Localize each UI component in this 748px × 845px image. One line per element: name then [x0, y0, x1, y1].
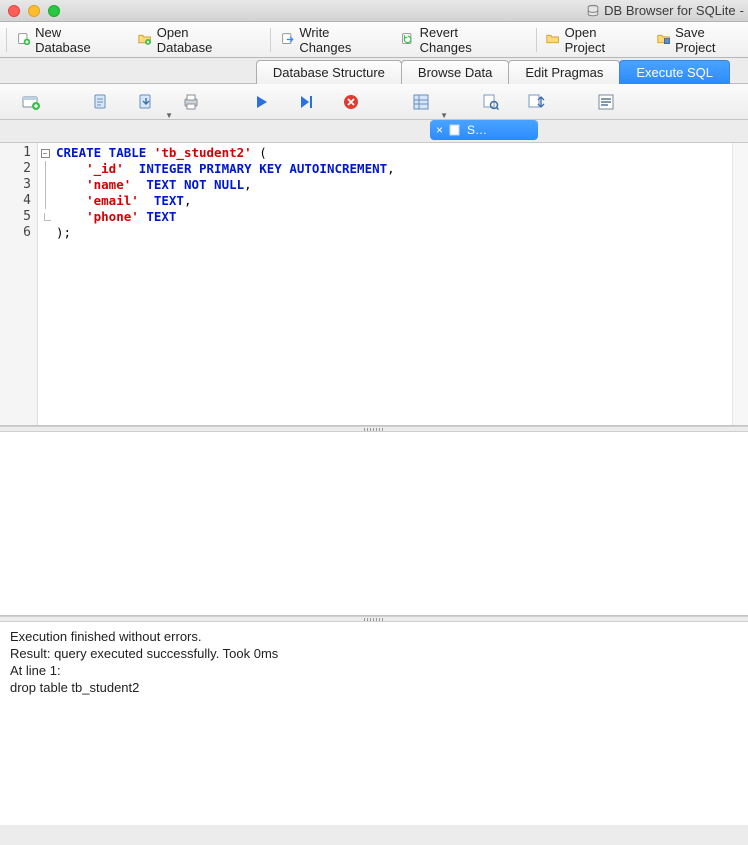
- stop-button[interactable]: [334, 89, 368, 115]
- new-database-button[interactable]: New Database: [9, 22, 114, 58]
- new-sql-tab-button[interactable]: [14, 89, 48, 115]
- sql-toolbar: ▼ ▼: [0, 84, 748, 120]
- save-project-icon: [657, 32, 670, 48]
- tab-database-structure[interactable]: Database Structure: [256, 60, 402, 84]
- window-title: DB Browser for SQLite -: [586, 3, 744, 18]
- execution-log[interactable]: Execution finished without errors. Resul…: [0, 622, 748, 825]
- save-sql-file-button[interactable]: ▼: [129, 89, 163, 115]
- log-line: drop table tb_student2: [10, 679, 738, 696]
- revert-changes-icon: [401, 32, 414, 48]
- open-database-label: Open Database: [157, 25, 232, 55]
- dropdown-arrow-icon[interactable]: ▼: [165, 111, 173, 120]
- tab-edit-pragmas[interactable]: Edit Pragmas: [508, 60, 620, 84]
- save-results-icon: [412, 93, 430, 111]
- window-zoom-button[interactable]: [48, 5, 60, 17]
- print-button[interactable]: [174, 89, 208, 115]
- sql-code-area[interactable]: CREATE TABLE 'tb_student2' ( '_id' INTEG…: [52, 143, 748, 425]
- play-line-icon: [297, 93, 315, 111]
- play-icon: [252, 93, 270, 111]
- open-database-icon: [138, 32, 151, 48]
- titlebar[interactable]: DB Browser for SQLite -: [0, 0, 748, 22]
- open-sql-file-button[interactable]: [84, 89, 118, 115]
- log-line: At line 1:: [10, 662, 738, 679]
- write-changes-icon: [281, 32, 294, 48]
- save-project-label: Save Project: [675, 25, 736, 55]
- dropdown-arrow-icon[interactable]: ▼: [440, 111, 448, 120]
- new-tab-icon: [22, 93, 40, 111]
- database-icon: [586, 4, 600, 18]
- editor-scrollbar[interactable]: [732, 143, 748, 425]
- open-project-button[interactable]: Open Project: [538, 22, 635, 58]
- main-tabs-row: Database Structure Browse Data Edit Prag…: [0, 58, 748, 84]
- find-icon: [482, 93, 500, 111]
- new-database-label: New Database: [35, 25, 106, 55]
- sql-tab-active[interactable]: × S…: [430, 120, 538, 140]
- execute-line-button[interactable]: [289, 89, 323, 115]
- tab-browse-data[interactable]: Browse Data: [401, 60, 509, 84]
- window-minimize-button[interactable]: [28, 5, 40, 17]
- fold-toggle-icon[interactable]: −: [41, 149, 50, 158]
- sql-tab-label: S…: [467, 123, 487, 137]
- open-project-icon: [546, 32, 559, 48]
- tab-execute-sql[interactable]: Execute SQL: [619, 60, 730, 84]
- find-button[interactable]: [474, 89, 508, 115]
- find-replace-icon: [527, 93, 545, 111]
- log-line: Result: query executed successfully. Too…: [10, 645, 738, 662]
- save-file-icon: [137, 93, 155, 111]
- results-pane[interactable]: [0, 432, 748, 616]
- line-number-gutter: 1 2 3 4 5 6: [0, 143, 38, 425]
- file-icon: [449, 124, 461, 136]
- open-project-label: Open Project: [565, 25, 628, 55]
- open-file-icon: [92, 93, 110, 111]
- close-tab-icon[interactable]: ×: [436, 123, 443, 137]
- execute-all-button[interactable]: [244, 89, 278, 115]
- fold-gutter: −: [38, 143, 52, 425]
- revert-changes-label: Revert Changes: [420, 25, 498, 55]
- print-icon: [182, 93, 200, 111]
- sql-editor[interactable]: 1 2 3 4 5 6 − CREATE TABLE 'tb_student2'…: [0, 142, 748, 426]
- log-line: Execution finished without errors.: [10, 628, 738, 645]
- list-icon: [597, 93, 615, 111]
- stop-icon: [342, 93, 360, 111]
- save-results-button[interactable]: ▼: [404, 89, 438, 115]
- window-close-button[interactable]: [8, 5, 20, 17]
- new-database-icon: [17, 32, 30, 48]
- window-title-text: DB Browser for SQLite: [604, 3, 736, 18]
- sql-file-tabs: × S…: [0, 120, 748, 142]
- revert-changes-button[interactable]: Revert Changes: [393, 22, 505, 58]
- find-replace-button[interactable]: [519, 89, 553, 115]
- write-changes-label: Write Changes: [299, 25, 370, 55]
- open-database-button[interactable]: Open Database: [130, 22, 240, 58]
- main-toolbar: New Database Open Database Write Changes…: [0, 22, 748, 58]
- write-changes-button[interactable]: Write Changes: [273, 22, 378, 58]
- save-project-button[interactable]: Save Project: [649, 22, 744, 58]
- sql-log-button[interactable]: [589, 89, 623, 115]
